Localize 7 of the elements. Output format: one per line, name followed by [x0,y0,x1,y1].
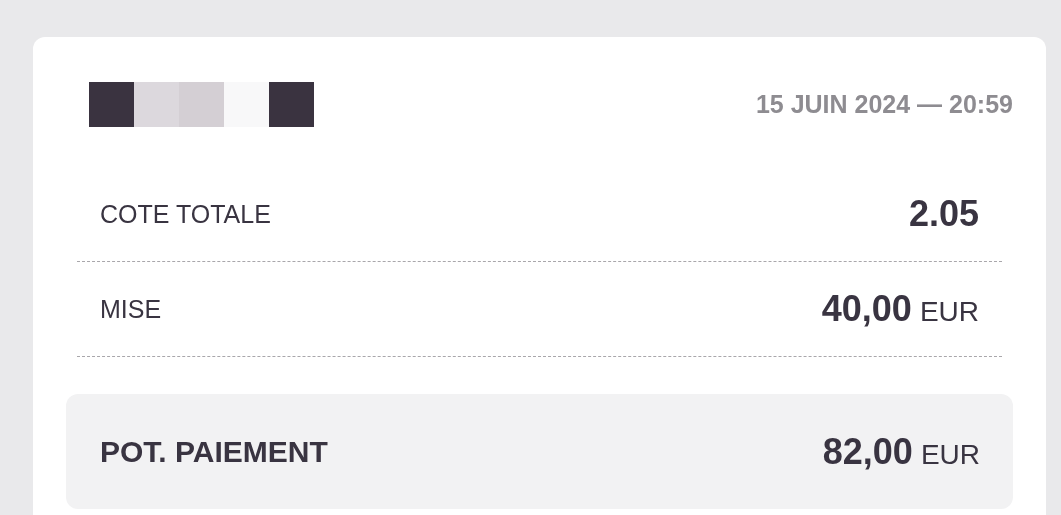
row-label: MISE [100,294,162,324]
row-label: COTE TOTALE [100,199,271,229]
bet-date: 15 JUIN 2024 — 20:59 [755,90,1013,119]
row-value: 2.05 [908,193,979,235]
row-value: 40,00 EUR [821,288,979,330]
payout-label: POT. PAIEMENT [100,434,328,469]
payout-value: 82,00 EUR [822,430,980,473]
